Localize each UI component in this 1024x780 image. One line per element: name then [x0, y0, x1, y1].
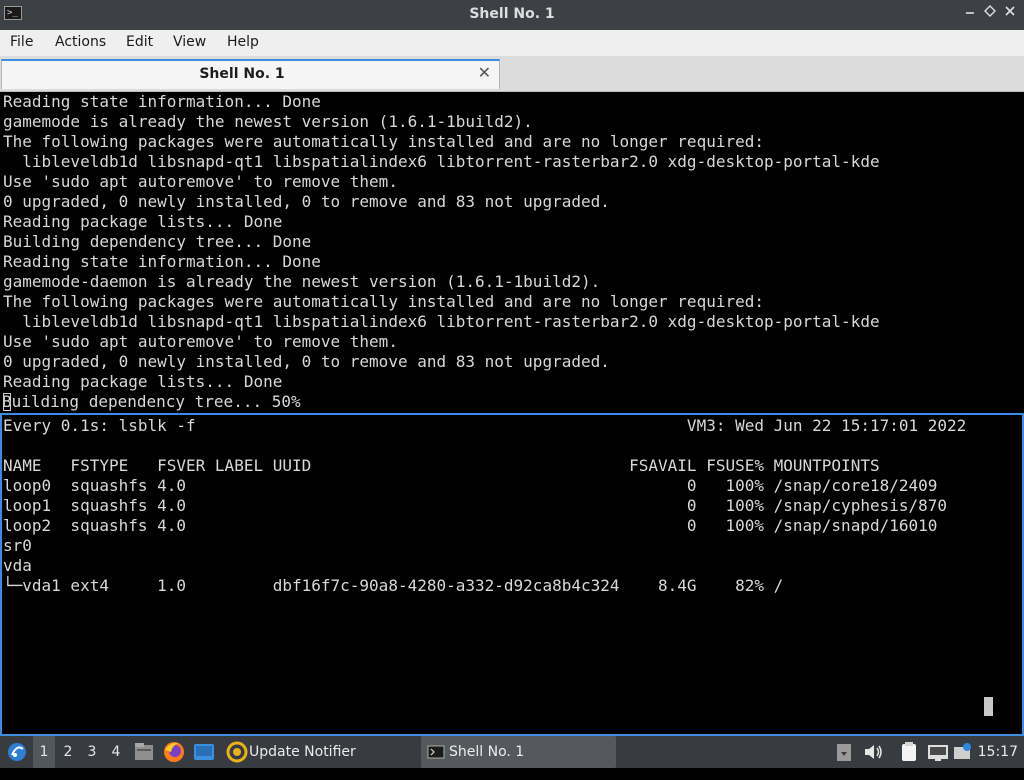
restore-button[interactable]	[982, 5, 998, 23]
terminal-output-top: Reading state information... Done gamemo…	[2, 92, 880, 412]
menu-file[interactable]: File	[10, 34, 33, 50]
terminal-cursor	[3, 393, 11, 411]
task-label: Update Notifier	[249, 744, 356, 760]
terminal-line: Building dependency tree... Done	[3, 232, 312, 251]
firefox-icon	[164, 742, 184, 762]
clock[interactable]: 15:17	[978, 736, 1018, 768]
terminal-line: The following packages were automaticall…	[3, 292, 764, 311]
app-menu-button[interactable]	[4, 736, 30, 768]
updates-icon	[954, 743, 971, 759]
terminal-line: Building dependency tree... 50%	[2, 392, 301, 411]
terminal-line: Reading state information... Done	[3, 252, 321, 271]
network-tray[interactable]	[926, 736, 950, 768]
terminal-line: Reading package lists... Done	[3, 372, 283, 391]
menubar: File Actions Edit View Help	[0, 30, 1024, 56]
firefox-launcher[interactable]	[162, 736, 186, 768]
terminal-line: Use 'sudo apt autoremove' to remove them…	[3, 332, 398, 351]
workspace-3[interactable]: 3	[81, 736, 103, 768]
workspace-2[interactable]: 2	[57, 736, 79, 768]
task-update-notifier[interactable]: Update Notifier	[224, 736, 414, 768]
terminal-output-bottom: Every 0.1s: lsblk -f VM3: Wed Jun 22 15:…	[3, 416, 967, 595]
close-icon	[1005, 6, 1015, 16]
notes-icon	[902, 742, 916, 761]
workspace-1[interactable]: 1	[33, 736, 55, 768]
clipboard-manager-tray[interactable]	[898, 736, 920, 768]
lubuntu-logo-icon	[8, 743, 26, 761]
minimize-button[interactable]	[962, 5, 978, 23]
tab-bar: Shell No. 1 ✕	[0, 56, 1024, 92]
task-shell-no-1[interactable]: Shell No. 1	[421, 736, 616, 768]
updates-tray[interactable]	[952, 736, 972, 768]
terminal-line: The following packages were automaticall…	[3, 132, 764, 151]
task-label: Shell No. 1	[449, 744, 525, 760]
desktop-launcher[interactable]	[192, 736, 216, 768]
network-icon	[928, 745, 948, 761]
show-desktop-icon	[194, 744, 214, 760]
terminal-line: Reading package lists... Done	[3, 212, 283, 231]
terminal-line: gamemode is already the newest version (…	[3, 112, 533, 131]
tab-shell-1[interactable]: Shell No. 1 ✕	[1, 59, 500, 89]
menu-help[interactable]: Help	[227, 34, 259, 50]
clipboard-tray[interactable]	[834, 736, 854, 768]
terminal-icon	[427, 745, 445, 759]
terminal-line: libleveldb1d libsnapd-qt1 libspatialinde…	[22, 312, 880, 331]
terminal-line: 0 upgraded, 0 newly installed, 0 to remo…	[3, 352, 610, 371]
tab-label: Shell No. 1	[199, 66, 285, 82]
menu-edit[interactable]: Edit	[126, 34, 153, 50]
window-titlebar[interactable]: >_ Shell No. 1	[0, 0, 1024, 30]
terminal-line: libleveldb1d libsnapd-qt1 libspatialinde…	[22, 152, 880, 171]
restore-icon	[984, 5, 996, 17]
menu-actions[interactable]: Actions	[55, 34, 106, 50]
window-title: Shell No. 1	[469, 6, 555, 22]
terminal-cursor	[984, 697, 993, 716]
minimize-icon	[966, 12, 974, 14]
terminal-pane-top[interactable]: Reading state information... Done gamemo…	[0, 92, 1024, 412]
file-manager-icon	[135, 743, 153, 760]
taskbar: 1 2 3 4 Update Notifier Shell No. 1 15:1…	[0, 736, 1024, 768]
terminal-pane-bottom[interactable]: Every 0.1s: lsblk -f VM3: Wed Jun 22 15:…	[0, 413, 1024, 736]
terminal-line: 0 upgraded, 0 newly installed, 0 to remo…	[3, 192, 610, 211]
volume-tray[interactable]	[862, 736, 884, 768]
close-button[interactable]	[1002, 5, 1018, 23]
tab-close-icon[interactable]: ✕	[478, 63, 491, 82]
terminal-line: Use 'sudo apt autoremove' to remove them…	[3, 172, 398, 191]
update-notifier-icon	[226, 741, 248, 763]
workspace-4[interactable]: 4	[105, 736, 127, 768]
clipboard-icon	[837, 744, 851, 761]
volume-icon	[865, 745, 882, 759]
files-launcher[interactable]	[133, 736, 155, 768]
terminal-line: Reading state information... Done	[3, 92, 321, 111]
menu-view[interactable]: View	[173, 34, 206, 50]
terminal-line: gamemode-daemon is already the newest ve…	[3, 272, 601, 291]
